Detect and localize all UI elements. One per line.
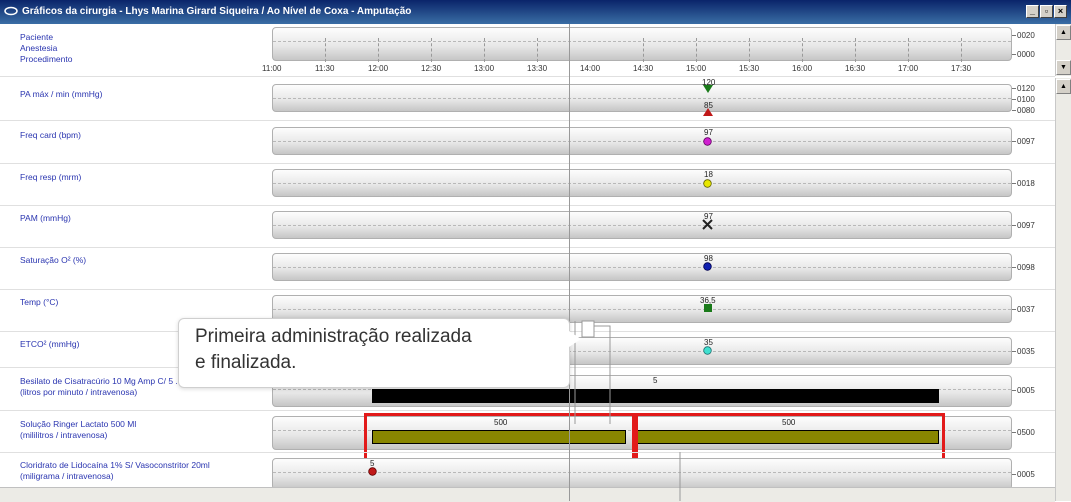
maximize-button[interactable]: ▫ bbox=[1040, 5, 1053, 18]
divider bbox=[0, 289, 1055, 290]
row-right-value: 0097 bbox=[1012, 137, 1035, 146]
divider bbox=[0, 247, 1055, 248]
row-label-etco: ETCO² (mmHg) bbox=[20, 339, 80, 349]
grid-tick bbox=[749, 38, 750, 62]
circle-marker-icon[interactable] bbox=[703, 262, 712, 271]
divider bbox=[0, 410, 1055, 411]
point-label: 18 bbox=[704, 170, 713, 179]
row-label-freq-resp: Freq resp (mrm) bbox=[20, 172, 82, 182]
title-bar: Gráficos da cirurgia - Lhys Marina Girar… bbox=[0, 0, 1071, 24]
app-icon bbox=[4, 6, 18, 16]
row-right-value: 0500 bbox=[1012, 428, 1035, 437]
row-right-value: 0037 bbox=[1012, 305, 1035, 314]
header-right-value: 0000 bbox=[1012, 50, 1035, 59]
infusion-sublabel-lidocaina: (miligrama / intravenosa) bbox=[20, 471, 114, 481]
tooltip-arrow-icon bbox=[569, 331, 581, 347]
time-label: 16:00 bbox=[792, 64, 813, 73]
infusion-label-lidocaina: Cloridrato de Lidocaína 1% S/ Vasoconstr… bbox=[20, 460, 210, 470]
divider bbox=[0, 120, 1055, 121]
infusion-label-ringer: Solução Ringer Lactato 500 Ml bbox=[20, 419, 137, 429]
header-label-procedimento: Procedimento bbox=[20, 54, 73, 64]
square-marker-icon[interactable] bbox=[704, 304, 712, 312]
minimize-button[interactable]: _ bbox=[1026, 5, 1039, 18]
row-track-freq-card bbox=[272, 127, 1012, 155]
point-label: 97 bbox=[704, 128, 713, 137]
header-right-value: 0020 bbox=[1012, 31, 1035, 40]
tooltip-text: Primeira administração realizada e final… bbox=[195, 324, 565, 376]
window-title: Gráficos da cirurgia - Lhys Marina Girar… bbox=[22, 6, 412, 17]
row-label-freq-card: Freq card (bpm) bbox=[20, 130, 81, 140]
time-label: 16:30 bbox=[845, 64, 866, 73]
grid-tick bbox=[325, 38, 326, 62]
header-scrollbar[interactable]: ▲ ▼ bbox=[1055, 24, 1071, 76]
grid-tick bbox=[961, 38, 962, 62]
grid-tick bbox=[378, 38, 379, 62]
divider bbox=[0, 205, 1055, 206]
x-marker-icon[interactable] bbox=[702, 219, 713, 230]
horizontal-scrollbar[interactable] bbox=[0, 487, 1055, 502]
header-label-paciente: Paciente bbox=[20, 32, 54, 42]
row-right-value: 0120 bbox=[1012, 84, 1035, 93]
row-track-saturacao bbox=[272, 253, 1012, 281]
tooltip-line-2: e finalizada. bbox=[195, 352, 297, 373]
time-label: 17:00 bbox=[898, 64, 919, 73]
circle-marker-icon[interactable] bbox=[703, 179, 712, 188]
scroll-up-icon[interactable]: ▲ bbox=[1056, 79, 1071, 94]
grid-tick bbox=[908, 38, 909, 62]
main-scrollbar[interactable]: ▲ bbox=[1055, 78, 1071, 501]
row-right-value: 0080 bbox=[1012, 106, 1035, 115]
scroll-down-icon[interactable]: ▼ bbox=[1056, 60, 1071, 75]
grid-tick bbox=[484, 38, 485, 62]
time-label: 17:30 bbox=[951, 64, 972, 73]
row-label-pam: PAM (mmHg) bbox=[20, 213, 71, 223]
divider bbox=[0, 452, 1055, 453]
annotation-tooltip: Primeira administração realizada e final… bbox=[178, 318, 581, 388]
time-label: 13:00 bbox=[474, 64, 495, 73]
grid-tick bbox=[537, 38, 538, 62]
row-right-value: 0098 bbox=[1012, 263, 1035, 272]
row-track-pa bbox=[272, 84, 1012, 112]
grid-tick bbox=[643, 38, 644, 62]
time-label: 11:30 bbox=[315, 64, 335, 73]
tooltip-line-1: Primeira administração realizada bbox=[195, 326, 472, 347]
circle-marker-icon[interactable] bbox=[703, 137, 712, 146]
grid-tick bbox=[855, 38, 856, 62]
row-track-pam bbox=[272, 211, 1012, 239]
time-label: 15:00 bbox=[686, 64, 707, 73]
time-label: 15:30 bbox=[739, 64, 760, 73]
infusion-sublabel-ringer: (mililitros / intravenosa) bbox=[20, 430, 108, 440]
time-label: 12:00 bbox=[368, 64, 389, 73]
triangle-up-icon[interactable] bbox=[703, 108, 713, 116]
timeline-track bbox=[272, 27, 1012, 61]
row-right-value: 0035 bbox=[1012, 347, 1035, 356]
infusion-label-besilato: Besilato de Cisatracúrio 10 Mg Amp C/ 5 … bbox=[20, 376, 178, 386]
grid-tick bbox=[802, 38, 803, 62]
circle-marker-icon[interactable] bbox=[368, 467, 377, 476]
scroll-up-icon[interactable]: ▲ bbox=[1056, 25, 1071, 40]
time-label: 12:30 bbox=[421, 64, 442, 73]
row-right-value: 0005 bbox=[1012, 386, 1035, 395]
circle-marker-icon[interactable] bbox=[703, 346, 712, 355]
annotation-connector bbox=[574, 320, 681, 501]
grid-tick bbox=[696, 38, 697, 62]
row-label-temp: Temp (°C) bbox=[20, 297, 59, 307]
triangle-down-icon[interactable] bbox=[703, 85, 713, 93]
close-button[interactable]: × bbox=[1054, 5, 1067, 18]
time-label: 14:30 bbox=[633, 64, 654, 73]
header-label-anestesia: Anestesia bbox=[20, 43, 58, 53]
row-label-saturacao: Saturação O² (%) bbox=[20, 255, 87, 265]
grid-tick bbox=[431, 38, 432, 62]
infusion-sublabel-besilato: (litros por minuto / intravenosa) bbox=[20, 387, 138, 397]
row-label-pa: PA máx / min (mmHg) bbox=[20, 89, 103, 99]
time-label: 13:30 bbox=[527, 64, 548, 73]
row-right-value: 0018 bbox=[1012, 179, 1035, 188]
divider bbox=[0, 163, 1055, 164]
time-label: 14:00 bbox=[580, 64, 601, 73]
row-right-value: 0100 bbox=[1012, 95, 1035, 104]
row-right-value: 0097 bbox=[1012, 221, 1035, 230]
time-label: 11:00 bbox=[262, 64, 282, 73]
row-right-value: 0005 bbox=[1012, 470, 1035, 479]
row-track-freq-resp bbox=[272, 169, 1012, 197]
divider bbox=[0, 76, 1055, 77]
